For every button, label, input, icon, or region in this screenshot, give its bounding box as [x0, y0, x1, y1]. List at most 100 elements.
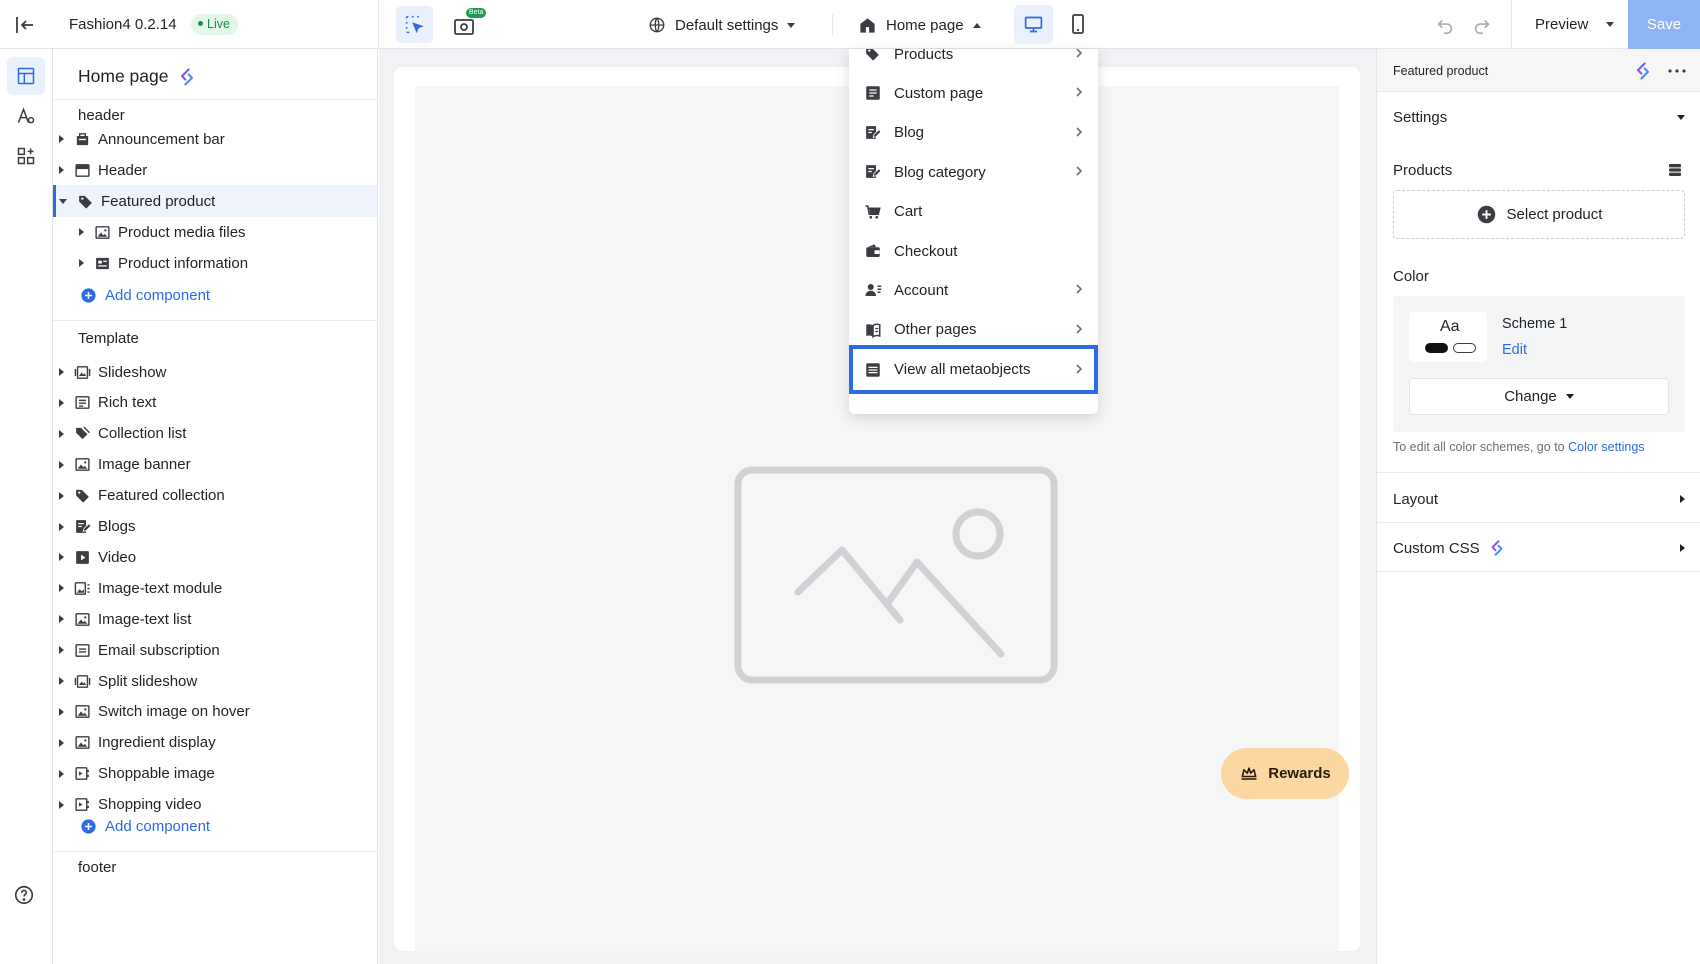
caret-right-icon[interactable] — [59, 615, 64, 624]
menu-item-label: Other pages — [894, 321, 977, 339]
tree-row[interactable]: Product media files — [53, 216, 377, 248]
caret-right-icon[interactable] — [79, 228, 84, 236]
tree-row[interactable]: Image banner — [53, 449, 377, 481]
sidebar-title: Home page — [78, 66, 197, 87]
menu-item[interactable]: Account — [849, 269, 1098, 311]
tree-row[interactable]: Image-text list — [53, 603, 377, 635]
menu-item[interactable]: Cart — [849, 191, 1098, 233]
tree-row[interactable]: Featured product — [53, 185, 377, 217]
menu-item[interactable]: Custom page — [849, 72, 1098, 114]
help-icon[interactable] — [13, 884, 35, 906]
caret-right-icon[interactable] — [59, 491, 64, 500]
tree-row-label: Ingredient display — [98, 734, 216, 752]
brand-logo-icon — [1491, 540, 1503, 556]
tree-row[interactable]: Split slideshow — [53, 665, 377, 697]
tree-row[interactable]: Video — [53, 541, 377, 573]
divider — [378, 0, 379, 49]
swatch-secondary-pill — [1453, 343, 1476, 353]
menu-item[interactable]: Checkout — [849, 230, 1098, 272]
select-element-button[interactable] — [396, 6, 433, 43]
swatch-primary-pill — [1425, 343, 1448, 353]
caret-right-icon[interactable] — [59, 800, 64, 809]
caret-right-icon[interactable] — [59, 738, 64, 747]
desktop-view-button[interactable] — [1014, 5, 1053, 44]
caret-right-icon[interactable] — [59, 553, 64, 562]
image-icon — [94, 224, 111, 241]
app-name: Fashion4 0.2.14 — [69, 16, 177, 33]
tree-row[interactable]: Rich text — [53, 387, 377, 419]
add-component-button[interactable]: Add component — [80, 815, 210, 837]
wallet-icon — [864, 242, 882, 260]
menu-item[interactable]: Blog — [849, 112, 1098, 154]
caret-right-icon[interactable] — [59, 166, 64, 174]
tree-row-label: Blogs — [98, 518, 136, 535]
color-settings-link[interactable]: Color settings — [1568, 440, 1644, 454]
preview-button[interactable]: Preview — [1535, 0, 1615, 49]
divider — [53, 99, 377, 100]
caret-right-icon[interactable] — [59, 707, 64, 716]
theme-styles-nav-button[interactable] — [7, 97, 45, 135]
custom-css-label: Custom CSS — [1393, 539, 1480, 557]
menu-item-label: View all metaobjects — [894, 361, 1031, 379]
tree-row[interactable]: Header — [53, 154, 377, 186]
divider — [1377, 472, 1700, 473]
tree-row[interactable]: Collection list — [53, 418, 377, 450]
settings-label: Settings — [1393, 109, 1448, 126]
data-source-icon[interactable] — [1667, 162, 1683, 178]
select-product-button[interactable]: Select product — [1393, 190, 1685, 239]
add-component-button[interactable]: Add component — [80, 284, 210, 306]
caret-right-icon[interactable] — [59, 584, 64, 593]
caret-right-icon[interactable] — [59, 646, 64, 655]
mobile-view-button[interactable] — [1066, 12, 1090, 36]
caret-down-icon[interactable] — [59, 198, 67, 204]
scheme-name: Scheme 1 — [1502, 316, 1568, 332]
save-button[interactable]: Save — [1628, 0, 1700, 49]
tree-row-label: Featured product — [101, 192, 216, 210]
layout-section-toggle[interactable]: Layout — [1393, 487, 1685, 511]
caret-right-icon[interactable] — [59, 769, 64, 778]
caret-right-icon[interactable] — [59, 398, 64, 407]
caret-right-icon[interactable] — [79, 259, 84, 267]
apps-nav-button[interactable] — [7, 137, 45, 175]
menu-item-label: Blog — [894, 124, 925, 142]
undo-icon[interactable] — [1434, 14, 1456, 36]
custom-css-section-toggle[interactable]: Custom CSS — [1393, 536, 1685, 560]
caret-right-icon[interactable] — [59, 429, 64, 438]
caret-right-icon[interactable] — [59, 677, 64, 685]
chevron-right-icon — [1074, 49, 1084, 59]
tree-row[interactable]: Image-text module — [53, 572, 377, 604]
edit-scheme-link[interactable]: Edit — [1502, 342, 1527, 358]
rewards-launcher-button[interactable]: Rewards — [1221, 748, 1349, 799]
redo-icon[interactable] — [1471, 14, 1493, 36]
page-selector-label: Home page — [886, 16, 964, 34]
swatch-sample: Aa — [1440, 318, 1460, 335]
caret-right-icon[interactable] — [59, 368, 64, 376]
exit-editor-icon[interactable] — [13, 13, 37, 37]
tree-row[interactable]: Shoppable image — [53, 758, 377, 790]
more-options-icon[interactable] — [1665, 59, 1689, 83]
change-scheme-button[interactable]: Change — [1409, 378, 1669, 415]
menu-item[interactable]: Products — [849, 49, 1098, 75]
tree-row[interactable]: Product information — [53, 247, 377, 279]
settings-section-toggle[interactable]: Settings — [1393, 109, 1685, 126]
chevron-down-icon — [787, 22, 796, 28]
tree-row[interactable]: Blogs — [53, 511, 377, 543]
tree-row[interactable]: Email subscription — [53, 634, 377, 666]
tree-row[interactable]: Ingredient display — [53, 727, 377, 759]
menu-item[interactable]: View all metaobjects — [849, 345, 1098, 395]
chevron-up-icon — [972, 22, 981, 28]
tree-row[interactable]: Slideshow — [53, 356, 377, 388]
sections-nav-button[interactable] — [7, 57, 45, 95]
chevron-down-icon — [1606, 22, 1615, 27]
caret-right-icon[interactable] — [59, 135, 64, 143]
tree-row[interactable]: Switch image on hover — [53, 696, 377, 728]
caret-right-icon[interactable] — [59, 522, 64, 531]
page-selector-dropdown[interactable]: Home page — [858, 13, 981, 37]
tree-row[interactable]: Featured collection — [53, 480, 377, 512]
account-icon — [864, 281, 882, 299]
shoppable-icon — [74, 765, 91, 782]
tree-row[interactable]: Announcement bar — [53, 123, 377, 155]
caret-right-icon[interactable] — [59, 460, 64, 469]
menu-item[interactable]: Blog category — [849, 151, 1098, 193]
theme-settings-dropdown[interactable]: Default settings — [648, 13, 796, 37]
